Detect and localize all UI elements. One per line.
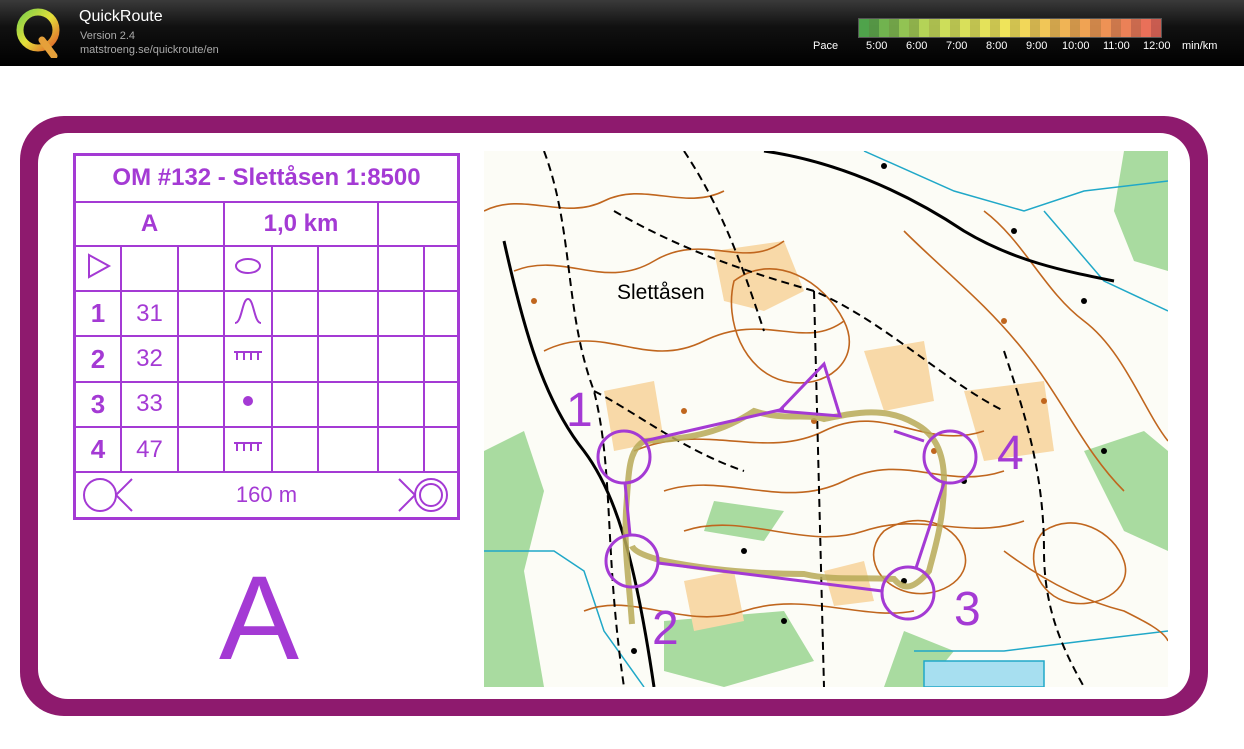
- pace-unit: min/km: [1182, 40, 1218, 52]
- control-label-4: 4: [997, 427, 1024, 480]
- pace-color-cell: [929, 19, 940, 37]
- orienteering-map[interactable]: Slettåsen 1 2 3 4: [484, 151, 1168, 687]
- control-number: 1: [73, 290, 122, 338]
- pace-color-cell: [1040, 19, 1051, 37]
- knoll-symbol-icon: [234, 297, 262, 324]
- control-number: 2: [73, 335, 122, 383]
- pace-color-cell: [939, 19, 950, 37]
- pace-color-cell: [1090, 19, 1101, 37]
- pace-tick: 6:00: [906, 40, 928, 52]
- finish-circle-icon: [398, 478, 448, 513]
- pace-color-cell: [1080, 19, 1091, 37]
- pace-color-cell: [1130, 19, 1141, 37]
- pace-color-cell: [979, 19, 990, 37]
- pace-tick: 7:00: [946, 40, 968, 52]
- control-2-circle: [604, 533, 660, 589]
- pace-color-cell: [919, 19, 930, 37]
- start-feature-ellipse-icon: [235, 257, 261, 274]
- control-label-2: 2: [652, 602, 679, 655]
- pace-color-cell: [1070, 19, 1081, 37]
- pace-color-cell: [1140, 19, 1151, 37]
- pace-color-cell: [889, 19, 900, 37]
- pace-color-cell: [909, 19, 920, 37]
- pace-color-cell: [1120, 19, 1131, 37]
- control-code: 47: [120, 425, 179, 474]
- knolls: [531, 298, 1047, 454]
- gps-route-line: [622, 407, 948, 625]
- pace-color-cell: [1020, 19, 1031, 37]
- course-title: OM #132 - Slettåsen 1:8500: [73, 153, 460, 203]
- app-title: QuickRoute: [79, 8, 163, 25]
- pace-color-cell: [1150, 19, 1161, 37]
- cliff-symbol-icon: [234, 351, 262, 361]
- map-canvas[interactable]: Slettåsen 1 2 3 4: [484, 151, 1168, 687]
- app-header: QuickRoute Version 2.4 matstroeng.se/qui…: [0, 0, 1244, 66]
- course-letter: A: [218, 551, 300, 685]
- pace-tick: 11:00: [1103, 40, 1130, 52]
- course-class: A: [73, 200, 225, 247]
- control-label-1: 1: [566, 384, 593, 437]
- pace-tick: 12:00: [1143, 40, 1171, 52]
- pace-color-cell: [1009, 19, 1020, 37]
- start-triangle-icon: [88, 252, 112, 279]
- pace-color-cell: [1030, 19, 1041, 37]
- control-number: 3: [73, 380, 122, 428]
- app-version: Version 2.4: [80, 30, 136, 42]
- course-leg-1: [643, 407, 785, 443]
- pace-color-cell: [959, 19, 970, 37]
- pace-color-cell: [999, 19, 1010, 37]
- quickroute-logo-icon: [16, 8, 60, 58]
- place-name-label: Slettåsen: [617, 281, 705, 304]
- course-length: 1,0 km: [223, 200, 379, 247]
- pace-color-cell: [859, 19, 870, 37]
- pace-color-cell: [989, 19, 1000, 37]
- finish-from-control-icon: [83, 478, 133, 513]
- finish-distance: 160 m: [235, 482, 298, 508]
- pace-color-cell: [969, 19, 980, 37]
- pace-color-cell: [1060, 19, 1071, 37]
- pace-tick: 5:00: [866, 40, 888, 52]
- control-code: 31: [120, 290, 179, 338]
- pace-color-cell: [879, 19, 890, 37]
- pace-color-cell: [1110, 19, 1121, 37]
- pace-color-cell: [899, 19, 910, 37]
- control-code: 33: [120, 380, 179, 428]
- start-triangle: [775, 361, 843, 418]
- app-url[interactable]: matstroeng.se/quickroute/en: [80, 44, 219, 56]
- pace-scale-bar: [858, 18, 1162, 38]
- control-code: 32: [120, 335, 179, 383]
- pace-label: Pace: [813, 40, 839, 52]
- control-label-3: 3: [954, 583, 981, 636]
- pace-tick: 10:00: [1062, 40, 1090, 52]
- control-number: 4: [73, 425, 122, 474]
- pace-color-cell: [1050, 19, 1061, 37]
- pace-tick: 8:00: [986, 40, 1008, 52]
- pace-color-cell: [869, 19, 880, 37]
- control-description-sheet: OM #132 - Slettåsen 1:8500 A 1,0 km 1 31…: [73, 153, 460, 520]
- cliff-symbol-icon: [234, 441, 262, 451]
- pace-color-cell: [1100, 19, 1111, 37]
- dot-symbol-icon: [243, 396, 253, 407]
- pace-tick: 9:00: [1026, 40, 1048, 52]
- pace-color-cell: [949, 19, 960, 37]
- course-leg-5: [893, 429, 925, 443]
